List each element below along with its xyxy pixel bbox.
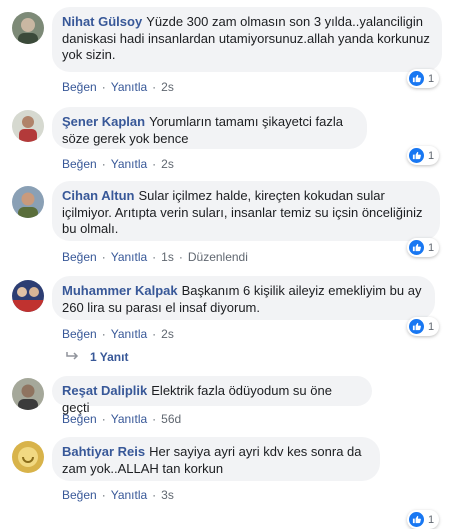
comment-author[interactable]: Şener Kaplan xyxy=(62,114,145,129)
reaction-number: 1 xyxy=(428,241,435,254)
reply-link[interactable]: Yanıtla xyxy=(111,488,147,502)
reaction-count[interactable]: 1 xyxy=(407,146,440,165)
timestamp[interactable]: 2s xyxy=(161,80,174,94)
reply-link[interactable]: Yanıtla xyxy=(111,250,147,264)
comment-actions: Beğen · Yanıtla · 2s xyxy=(62,80,174,94)
comment-actions: Beğen · Yanıtla · 3s xyxy=(62,488,174,502)
reply-link[interactable]: Yanıtla xyxy=(111,80,147,94)
comment-author[interactable]: Reşat Daliplik xyxy=(62,383,147,398)
reaction-number: 1 xyxy=(428,72,435,85)
comment-bubble: Şener Kaplan Yorumların tamamı şikayetci … xyxy=(52,107,367,149)
replies-count[interactable]: 1 Yanıt xyxy=(90,350,128,364)
reply-link[interactable]: Yanıtla xyxy=(111,327,147,341)
reply-link[interactable]: Yanıtla xyxy=(111,157,147,171)
comment-author[interactable]: Cihan Altun xyxy=(62,188,134,203)
timestamp[interactable]: 3s xyxy=(161,488,174,502)
like-link[interactable]: Beğen xyxy=(62,250,97,264)
avatar[interactable] xyxy=(12,441,44,473)
timestamp[interactable]: 2s xyxy=(161,157,174,171)
reply-link[interactable]: Yanıtla xyxy=(111,412,147,426)
comment-actions: Beğen · Yanıtla · 2s xyxy=(62,327,174,341)
thumbs-up-icon xyxy=(409,319,424,334)
reaction-count[interactable]: 1 xyxy=(407,238,440,257)
comment-author[interactable]: Nihat Gülsoy xyxy=(62,14,142,29)
reaction-number: 1 xyxy=(428,513,435,526)
avatar[interactable] xyxy=(12,12,44,44)
reaction-number: 1 xyxy=(428,320,435,333)
comment-actions: Beğen · Yanıtla · 1s · Düzenlendi xyxy=(62,250,248,264)
thumbs-up-icon xyxy=(409,240,424,255)
timestamp[interactable]: 56d xyxy=(161,412,181,426)
thumbs-up-icon xyxy=(409,148,424,163)
like-link[interactable]: Beğen xyxy=(62,157,97,171)
reaction-count[interactable]: 1 xyxy=(407,69,440,88)
reaction-count[interactable]: 1 xyxy=(407,510,440,529)
comment-bubble: Reşat Daliplik Elektrik fazla ödüyodum su… xyxy=(52,376,372,415)
avatar[interactable] xyxy=(12,378,44,410)
comment-actions: Beğen · Yanıtla · 56d xyxy=(62,412,182,426)
timestamp[interactable]: 1s xyxy=(161,250,174,264)
like-link[interactable]: Beğen xyxy=(62,327,97,341)
avatar[interactable] xyxy=(12,110,44,142)
avatar[interactable] xyxy=(12,186,44,218)
comment-bubble: Cihan Altun Sular içilmez halde, kireçten… xyxy=(52,181,440,241)
thumbs-up-icon xyxy=(409,71,424,86)
reaction-number: 1 xyxy=(428,149,435,162)
like-link[interactable]: Beğen xyxy=(62,488,97,502)
comment-bubble: Bahtiyar Reis Her sayiya ayri ayri kdv ke… xyxy=(52,437,380,481)
edited-label[interactable]: Düzenlendi xyxy=(188,250,248,264)
timestamp[interactable]: 2s xyxy=(161,327,174,341)
comment-bubble: Muhammer Kalpak Başkanım 6 kişilik aileyi… xyxy=(52,276,435,320)
view-replies-link[interactable]: 1 Yanıt xyxy=(66,349,128,364)
thumbs-up-icon xyxy=(409,512,424,527)
comment-actions: Beğen · Yanıtla · 2s xyxy=(62,157,174,171)
reply-arrow-icon xyxy=(66,349,80,364)
like-link[interactable]: Beğen xyxy=(62,80,97,94)
avatar[interactable] xyxy=(12,280,44,312)
comment-author[interactable]: Muhammer Kalpak xyxy=(62,283,178,298)
comment-bubble: Nihat Gülsoy Yüzde 300 zam olmasın son 3 … xyxy=(52,7,442,72)
reaction-count[interactable]: 1 xyxy=(407,317,440,336)
like-link[interactable]: Beğen xyxy=(62,412,97,426)
comment-author[interactable]: Bahtiyar Reis xyxy=(62,444,145,459)
